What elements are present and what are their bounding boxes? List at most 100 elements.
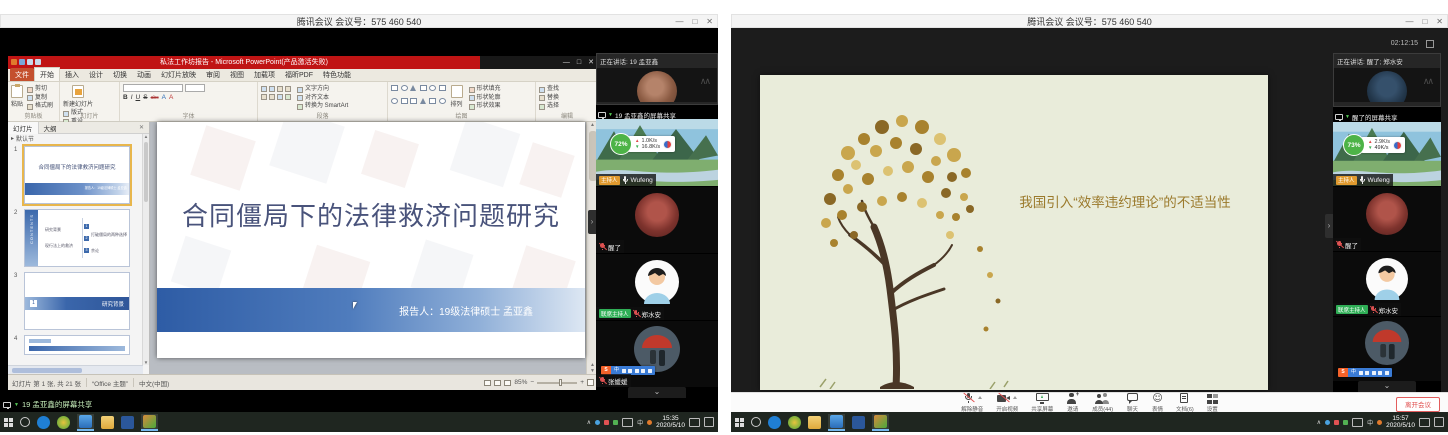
mic-options-caret[interactable]	[978, 396, 982, 399]
taskbar-app-word[interactable]	[121, 416, 134, 429]
taskbar-clock[interactable]: 15:57 2020/5/10	[1386, 415, 1415, 430]
ppt-minimize-button[interactable]: —	[563, 56, 570, 69]
scrollbar-up-icon[interactable]: ▲	[590, 122, 595, 128]
close-button[interactable]: ✕	[1436, 16, 1443, 28]
numbering-icon[interactable]	[269, 86, 275, 92]
taskbar-app-browser[interactable]	[37, 416, 50, 429]
align-left-icon[interactable]	[285, 86, 291, 92]
search-button[interactable]	[751, 417, 761, 427]
tab-addins[interactable]: 加载项	[249, 68, 280, 81]
taskbar-app-explorer[interactable]	[808, 416, 821, 429]
active-speaker-video[interactable]: ∧∧	[1334, 68, 1440, 102]
start-button[interactable]	[4, 418, 13, 427]
undo-icon[interactable]	[27, 59, 33, 65]
select-button[interactable]: 选择	[539, 103, 559, 110]
replace-button[interactable]: 替换	[539, 95, 559, 102]
minimize-button[interactable]: —	[1405, 16, 1413, 28]
chat-button[interactable]: 聊天	[1126, 393, 1139, 413]
docs-button[interactable]: 文档(6)	[1176, 393, 1194, 413]
pane-scrollbar[interactable]: ▲ ▼	[142, 134, 149, 365]
char-spacing-button[interactable]: A	[162, 94, 166, 101]
video-tile-p3[interactable]: 联席主持人 郑水安	[1333, 252, 1441, 316]
pane-tab-outline[interactable]: 大纲	[39, 122, 62, 134]
section-arrow-icon[interactable]: ▸	[11, 135, 14, 142]
tab-transitions[interactable]: 切换	[108, 68, 132, 81]
shape-outline-button[interactable]: 形状轮廓	[469, 95, 501, 102]
camera-options-caret[interactable]	[1013, 396, 1017, 399]
tray-icon-1[interactable]	[595, 420, 600, 425]
zoom-in-icon[interactable]: +	[580, 379, 584, 386]
search-button[interactable]	[20, 417, 30, 427]
format-painter-button[interactable]: 格式刷	[27, 103, 53, 110]
taskbar-app-2[interactable]	[57, 416, 70, 429]
font-style-buttons[interactable]: B I U S abc A A	[123, 94, 254, 101]
taskbar-app-meeting[interactable]	[874, 415, 887, 428]
arrange-button[interactable]: 排列	[451, 85, 463, 110]
copy-button[interactable]: 复制	[27, 95, 53, 102]
maximize-button[interactable]: □	[692, 16, 697, 28]
taskbar-app-browser[interactable]	[768, 416, 781, 429]
active-speaker-video[interactable]: ∧∧	[597, 68, 717, 102]
tab-design[interactable]: 设计	[84, 68, 108, 81]
scroll-down-icon[interactable]: ▼	[143, 360, 149, 365]
slide-title-text[interactable]: 合同僵局下的法律救济问题研究	[165, 196, 577, 233]
slide-thumbnail-2[interactable]: 2 CONTENTS 研究背景 现行法上的救济 打破僵局的两种选择 余论 1 2…	[24, 209, 130, 267]
slide-thumbnail-3[interactable]: 3 1 研究背景	[24, 272, 130, 330]
touch-keyboard-icon[interactable]	[689, 418, 700, 427]
video-tile-p4[interactable]: S 中	[1333, 317, 1441, 381]
font-name-select[interactable]	[123, 84, 183, 92]
tray-keyboard-icon[interactable]	[1352, 418, 1363, 427]
slide-thumbnail-4[interactable]: 4	[24, 335, 130, 355]
tray-icon-2[interactable]	[1334, 420, 1339, 425]
tray-ime[interactable]: 中	[1367, 418, 1373, 427]
ppt-close-button[interactable]: ✕	[588, 56, 594, 69]
pane-close-icon[interactable]: ✕	[134, 123, 149, 132]
video-tile-p2[interactable]: 醒了	[596, 187, 718, 253]
taskbar-app-photos[interactable]	[79, 415, 92, 428]
new-slide-button[interactable]: 新建幻灯片	[63, 85, 93, 108]
find-button[interactable]: 查找	[539, 86, 559, 93]
slide-thumbnail-1[interactable]: 1 合同僵局下的法律救济问题研究 报告人：19级法律硕士 孟亚鑫	[24, 146, 130, 204]
tray-icon-1[interactable]	[1325, 420, 1330, 425]
start-button[interactable]	[735, 418, 744, 427]
action-center-icon[interactable]	[704, 417, 714, 427]
sidebar-collapse-handle[interactable]: ›	[1325, 214, 1333, 238]
start-video-button[interactable]: 开启视频	[996, 393, 1018, 413]
video-tile-p4[interactable]: S 中 张媛媛	[596, 321, 718, 387]
shape-fill-button[interactable]: 形状填充	[469, 86, 501, 93]
pane-hscrollbar[interactable]	[8, 365, 143, 374]
clear-format-button[interactable]: abc	[151, 95, 159, 101]
tray-keyboard-icon[interactable]	[622, 418, 633, 427]
tray-icon-3[interactable]	[1343, 420, 1348, 425]
columns-icon[interactable]	[285, 94, 291, 100]
zoom-slider[interactable]	[537, 382, 577, 384]
slide-presenter-text[interactable]: 报告人：19级法律硕士 孟亚鑫	[399, 303, 533, 318]
collapse-tiles-button[interactable]: ⌄	[1358, 381, 1416, 392]
smartart-button[interactable]: 转换为 SmartArt	[297, 103, 348, 110]
align-text-button[interactable]: 对齐文本	[297, 95, 348, 102]
font-size-select[interactable]	[185, 84, 205, 92]
tab-file[interactable]: 文件	[10, 68, 34, 81]
tab-foxit-pdf[interactable]: 福昕PDF	[280, 68, 318, 81]
strikethrough-button[interactable]: S	[143, 94, 147, 101]
minimize-button[interactable]: —	[675, 16, 683, 28]
taskbar-app-word[interactable]	[852, 416, 865, 429]
normal-view-icon[interactable]	[484, 380, 491, 386]
tab-special[interactable]: 特色功能	[318, 68, 356, 81]
indent-icon[interactable]	[277, 86, 283, 92]
video-tile-host[interactable]: 72% ▲1.0K/s ▼16.8K/s 主持人 Wufeng	[596, 119, 718, 186]
scroll-up-icon[interactable]: ▲	[144, 134, 148, 139]
underline-button[interactable]: U	[136, 94, 141, 101]
paste-button[interactable]: 粘贴	[11, 85, 23, 108]
tray-expand-icon[interactable]: ∧	[587, 419, 591, 426]
zoom-out-icon[interactable]: −	[530, 379, 534, 386]
leave-meeting-button[interactable]: 离开会议	[1396, 397, 1440, 412]
emoji-button[interactable]: ☺ 表情	[1152, 393, 1163, 413]
tab-insert[interactable]: 插入	[60, 68, 84, 81]
bold-button[interactable]: B	[123, 94, 128, 101]
unmute-button[interactable]: 解除静音	[961, 393, 983, 413]
share-screen-button[interactable]: 共享屏幕	[1031, 393, 1053, 413]
collapse-tiles-button[interactable]: ⌄	[628, 387, 686, 398]
quick-access-toolbar[interactable]	[11, 59, 41, 65]
pane-tab-slides[interactable]: 幻灯片	[8, 122, 39, 134]
